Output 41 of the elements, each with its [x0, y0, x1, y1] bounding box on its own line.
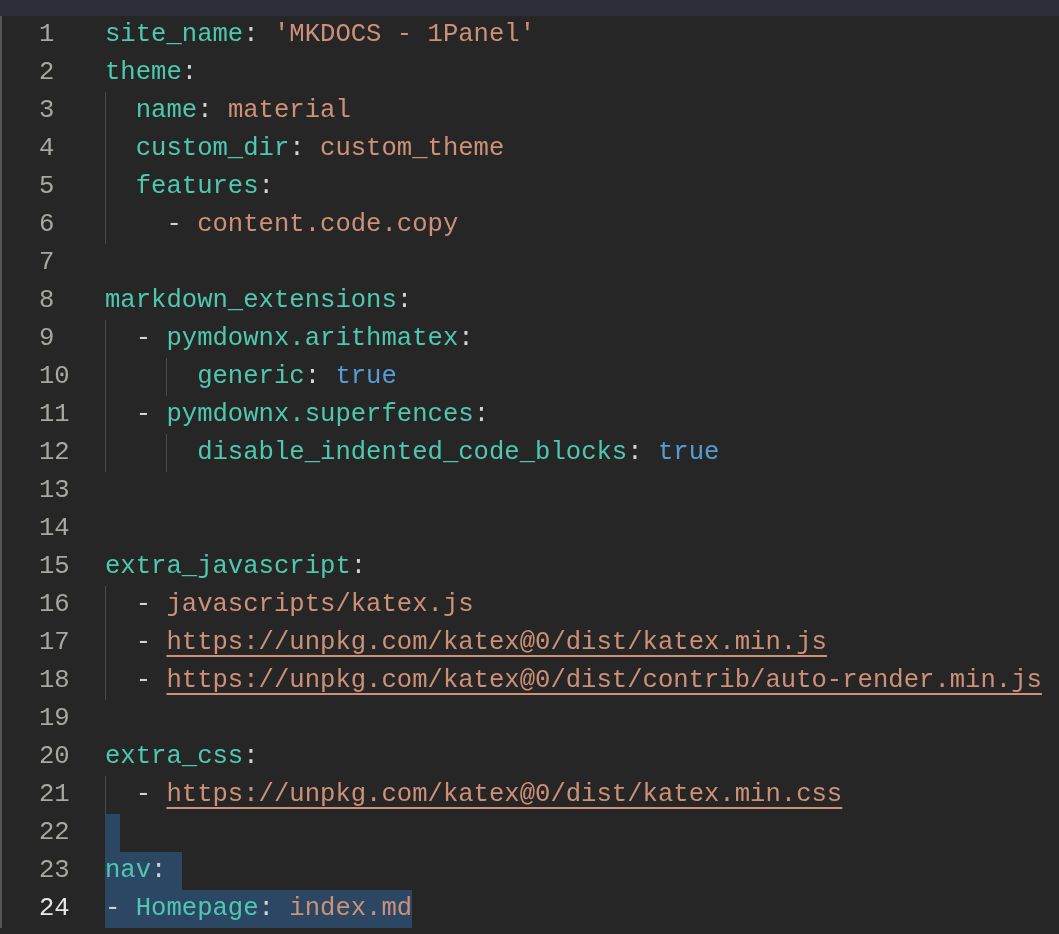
line-number: 17: [38, 627, 71, 659]
code-line: theme:: [105, 57, 198, 89]
line-number: 10: [38, 361, 71, 393]
code-line: - https://unpkg.com/katex@0/dist/katex.min.css: [135, 779, 843, 811]
line-number: 22: [38, 817, 71, 849]
code-line: site_name: 'MKDOCS - 1Panel': [105, 19, 536, 51]
line-number: 15: [38, 551, 71, 583]
code-line: - pymdownx.superfences:: [135, 399, 489, 431]
line-number: 18: [38, 665, 71, 697]
line-number: 7: [38, 247, 56, 279]
code-line: - content.code.copy: [166, 209, 459, 241]
code-line: - https://unpkg.com/katex@0/dist/contrib/auto-render.min.js: [135, 665, 1042, 697]
line-number: 24: [38, 893, 71, 925]
code-line: features:: [135, 171, 274, 203]
code-line: custom_dir: custom_theme: [135, 133, 505, 165]
code-line: - https://unpkg.com/katex@0/dist/katex.min.js: [135, 627, 827, 659]
code-line: disable_indented_code_blocks: true: [197, 437, 720, 469]
line-number: 6: [38, 209, 56, 241]
line-number: 23: [38, 855, 71, 887]
code-line: extra_javascript:: [105, 551, 367, 583]
line-number: 12: [38, 437, 71, 469]
line-number: 21: [38, 779, 71, 811]
line-number: 5: [38, 171, 56, 203]
line-number: 2: [38, 57, 56, 89]
line-number: 1: [38, 19, 56, 51]
code-line: extra_css:: [105, 741, 259, 773]
line-number: 9: [38, 323, 56, 355]
line-number: 3: [38, 95, 56, 127]
code-line: markdown_extensions:: [105, 285, 413, 317]
line-number: 11: [38, 399, 71, 431]
line-number: 20: [38, 741, 71, 773]
code-line: name: material: [135, 95, 351, 127]
line-number: 4: [38, 133, 56, 165]
line-number: 8: [38, 285, 56, 317]
code-line: - javascripts/katex.js: [135, 589, 474, 621]
line-number: 13: [38, 475, 71, 507]
line-number: 16: [38, 589, 71, 621]
line-number: 14: [38, 513, 71, 545]
code-line: - pymdownx.arithmatex:: [135, 323, 474, 355]
code-line: generic: true: [197, 361, 397, 393]
line-number: 19: [38, 703, 71, 735]
